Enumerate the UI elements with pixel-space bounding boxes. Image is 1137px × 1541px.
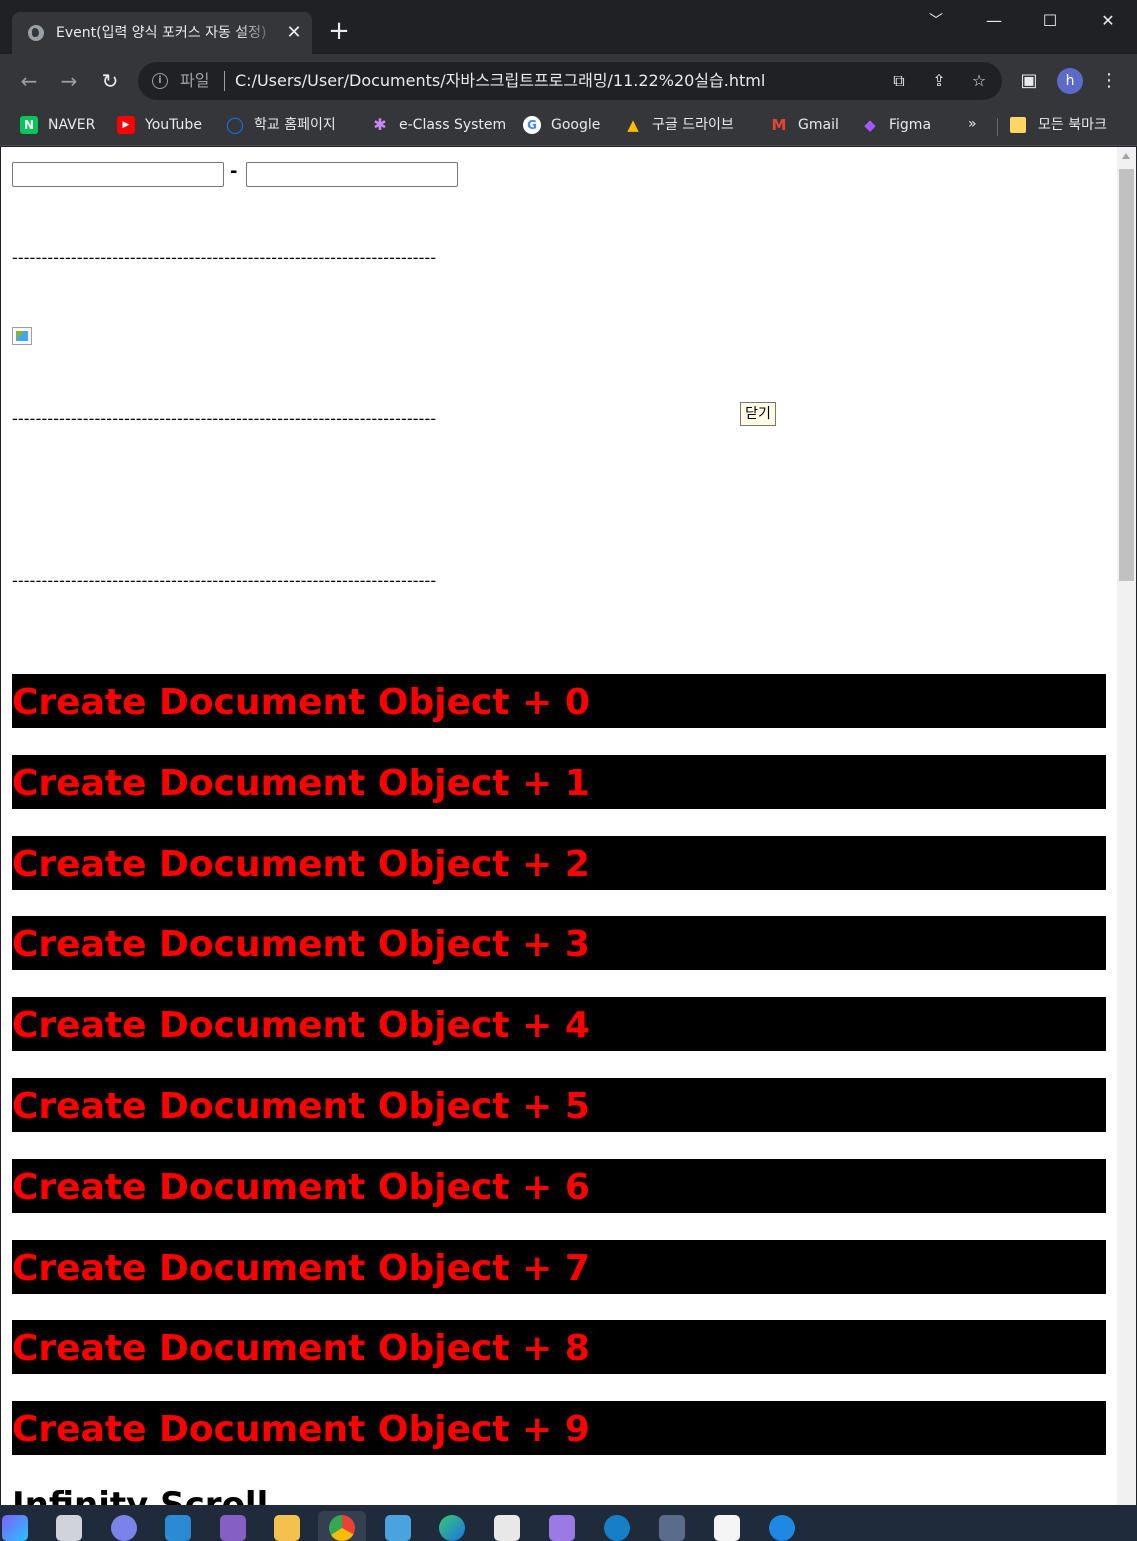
explorer-icon[interactable] — [274, 1515, 300, 1541]
bookmark-naver[interactable]: N NAVER — [20, 114, 95, 136]
translate-icon[interactable]: ⧉ — [888, 70, 910, 92]
url-scheme-label: 파일 — [180, 71, 210, 90]
created-object: Create Document Object + 6 — [12, 1159, 1106, 1213]
page-viewport: - --------------------------------------… — [1, 147, 1136, 1505]
vscode-icon[interactable] — [165, 1515, 191, 1541]
windows-taskbar — [0, 1505, 1137, 1541]
bookmark-drive[interactable]: ▲ 구글 드라이브 — [624, 114, 734, 136]
bookmark-eclass[interactable]: ✱ e-Class System — [371, 114, 506, 136]
created-object: Create Document Object + 3 — [12, 916, 1106, 970]
scroll-up-arrow-icon[interactable] — [1122, 153, 1130, 159]
chrome-icon[interactable] — [329, 1515, 355, 1541]
created-object: Create Document Object + 5 — [12, 1078, 1106, 1132]
tab-active[interactable]: Event(입력 양식 포커스 자동 설정) ✕ — [12, 12, 312, 54]
tab-title: Event(입력 양식 포커스 자동 설정) — [56, 25, 267, 41]
bookmark-gmail[interactable]: M Gmail — [770, 114, 839, 136]
calendar-icon[interactable] — [549, 1515, 575, 1541]
school-icon: ◯ — [226, 115, 244, 134]
created-object: Create Document Object + 9 — [12, 1401, 1106, 1455]
info-icon[interactable]: i — [152, 73, 168, 89]
bookmark-label: NAVER — [48, 117, 96, 133]
globe-icon — [28, 25, 44, 41]
url-text[interactable]: C:/Users/User/Documents/자바스크립트프로그래밍/11.2… — [235, 70, 765, 92]
created-object: Create Document Object + 0 — [12, 674, 1106, 728]
browser-window: Event(입력 양식 포커스 자동 설정) ✕ + ﹀ — ☐ ✕ ← → ↻… — [0, 0, 1137, 1541]
reload-button[interactable]: ↻ — [97, 68, 123, 94]
files-icon[interactable] — [56, 1515, 82, 1541]
bookmark-label: 학교 홈페이지 — [254, 117, 336, 133]
address-bar[interactable]: i 파일 C:/Users/User/Documents/자바스크립트프로그래밍… — [138, 62, 1002, 100]
close-window-button[interactable]: ✕ — [1083, 6, 1133, 36]
tab-search-icon[interactable]: ﹀ — [911, 6, 961, 36]
bookmark-youtube[interactable]: ▶ YouTube — [117, 114, 202, 136]
tab-close-icon[interactable]: ✕ — [282, 21, 306, 45]
vertical-scrollbar[interactable] — [1117, 147, 1136, 1505]
share-icon[interactable]: ⇪ — [928, 70, 950, 92]
all-bookmarks-label: 모든 북마크 — [1038, 117, 1107, 133]
all-bookmarks-folder[interactable]: 모든 북마크 — [1010, 114, 1107, 136]
back-button[interactable]: ← — [16, 68, 42, 94]
created-object: Create Document Object + 8 — [12, 1320, 1106, 1374]
store-icon[interactable] — [494, 1515, 520, 1541]
eclass-icon: ✱ — [373, 115, 387, 134]
google-icon: G — [523, 116, 541, 134]
teams-icon[interactable] — [111, 1515, 137, 1541]
gmail-icon: M — [771, 116, 787, 134]
first-input-field[interactable] — [12, 162, 224, 187]
bookmark-figma[interactable]: ◆ Figma — [861, 114, 931, 136]
second-input-field[interactable] — [246, 162, 458, 187]
clipboard-icon[interactable] — [659, 1515, 685, 1541]
tab-strip: Event(입력 양식 포커스 자동 설정) ✕ + ﹀ — ☐ ✕ — [0, 0, 1137, 54]
new-tab-button[interactable]: + — [326, 18, 352, 44]
bookmarks-bar: N NAVER ▶ YouTube ◯ 학교 홈페이지 ✱ e-Class Sy… — [0, 108, 1137, 146]
bookmark-label: Figma — [889, 117, 932, 133]
menu-icon[interactable]: ⋮ — [1096, 68, 1122, 94]
profile-avatar[interactable]: h — [1057, 68, 1083, 94]
minimize-button[interactable]: — — [969, 6, 1019, 36]
bookmarks-overflow-button[interactable]: » — [968, 114, 977, 134]
browser-toolbar: ← → ↻ i 파일 C:/Users/User/Documents/자바스크립… — [0, 54, 1137, 108]
drive-icon: ▲ — [627, 116, 639, 134]
edge-icon[interactable] — [439, 1515, 465, 1541]
bookmark-label: YouTube — [145, 117, 202, 133]
notepad-icon[interactable] — [385, 1515, 411, 1541]
separator-line: ----------------------------------------… — [12, 571, 437, 590]
address-divider — [224, 71, 225, 91]
figma-icon: ◆ — [864, 116, 876, 134]
bookmark-label: Google — [551, 117, 601, 133]
created-object: Create Document Object + 7 — [12, 1240, 1106, 1294]
maximize-button[interactable]: ☐ — [1025, 6, 1075, 36]
bookmark-label: Gmail — [798, 117, 839, 133]
broken-image — [12, 327, 32, 345]
copilot-icon[interactable] — [2, 1515, 28, 1541]
close-button[interactable]: 닫기 — [740, 402, 776, 426]
bookmark-google[interactable]: G Google — [523, 114, 600, 136]
folder-icon — [1010, 117, 1026, 133]
side-panel-icon[interactable]: ▣ — [1016, 68, 1042, 94]
separator-line: ----------------------------------------… — [12, 409, 437, 428]
infinity-scroll-heading: Infinity Scroll — [12, 1485, 269, 1505]
input-separator: - — [230, 161, 238, 182]
bookmarks-divider — [997, 118, 998, 136]
visual-studio-icon[interactable] — [220, 1515, 246, 1541]
youtube-icon: ▶ — [117, 116, 135, 134]
forward-button[interactable]: → — [56, 68, 82, 94]
separator-line: ----------------------------------------… — [12, 248, 437, 267]
created-object: Create Document Object + 1 — [12, 755, 1106, 809]
scrollbar-thumb[interactable] — [1119, 169, 1134, 581]
bookmark-school[interactable]: ◯ 학교 홈페이지 — [226, 114, 336, 136]
created-object: Create Document Object + 4 — [12, 997, 1106, 1051]
paint-icon[interactable] — [714, 1515, 740, 1541]
media-icon[interactable] — [604, 1515, 630, 1541]
created-object: Create Document Object + 2 — [12, 836, 1106, 890]
bookmark-star-icon[interactable]: ☆ — [968, 70, 990, 92]
bluetooth-icon[interactable] — [769, 1515, 795, 1541]
bookmark-label: 구글 드라이브 — [652, 117, 734, 133]
bookmark-label: e-Class System — [399, 117, 507, 133]
naver-icon: N — [20, 116, 38, 134]
